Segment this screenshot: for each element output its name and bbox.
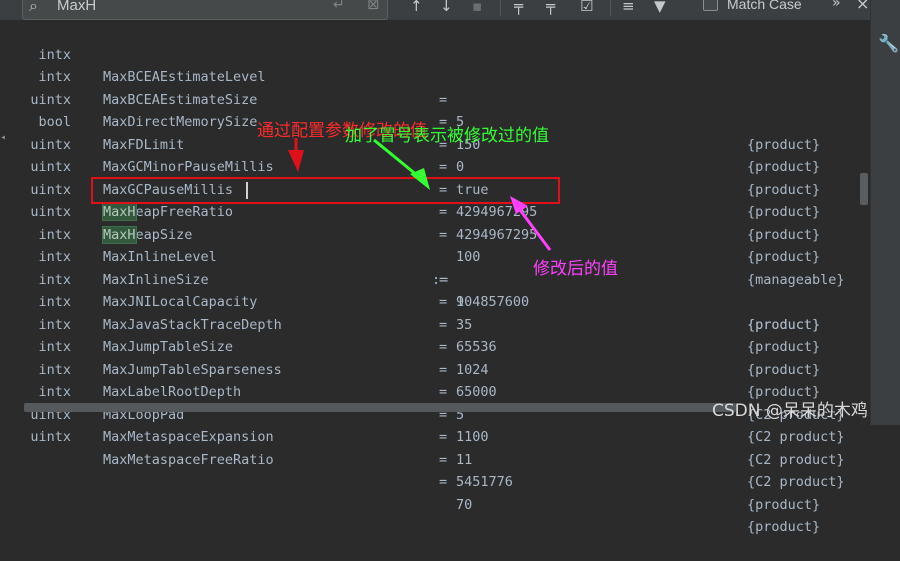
annotation-colon-note: 加了冒号表示被修改过的值 <box>345 126 549 146</box>
flag-type: uintx <box>30 429 71 445</box>
flag-origin: {C2 product} <box>747 451 845 468</box>
watermark: CSDN @呆呆的木鸡 <box>712 401 868 421</box>
table-row: intx MaxBCEAEstimateSize = 150 {product} <box>0 44 870 175</box>
wrench-icon[interactable]: 🔧 <box>878 34 899 54</box>
remove-selection-icon[interactable]: ╤ <box>546 0 555 17</box>
toolbar-separator <box>500 0 501 16</box>
table-row: intx MaxJavaStackTraceDepth = 1024 {prod… <box>0 269 870 400</box>
return-icon[interactable]: ↵ <box>333 0 345 13</box>
flag-value: 1100 <box>456 429 489 445</box>
table-row: intx MaxLoopPad = 11 {C2 product} <box>0 359 870 490</box>
arrow-up-icon[interactable]: ↑ <box>410 0 423 17</box>
flag-origin: {product} <box>747 496 821 513</box>
flag-name: MaxMetaspaceExpansion <box>103 429 274 445</box>
vertical-scrollbar-thumb[interactable] <box>860 173 868 205</box>
in-selection-icon[interactable]: ≡ <box>622 0 635 17</box>
table-row: intx MaxJNILocalCapacity = 65536 {produc… <box>0 246 870 378</box>
table-row: intx MaxLabelRootDepth = 1100 {C2 produc… <box>0 336 870 468</box>
table-row: bool MaxFDLimit = true {product} <box>0 89 870 220</box>
match-case-label[interactable]: Match Case <box>727 0 802 12</box>
more-icon[interactable]: » <box>832 0 841 11</box>
flag-origin: {C2 product} <box>747 429 845 445</box>
search-toolbar: ⌕ ↵ ⊠ ↑ ↓ ▪ ╤ ╤ ☑ ≡ ▼ Match Case » × <box>0 0 870 21</box>
flag-value: 11 <box>456 451 473 468</box>
table-row: uintx MaxHeapFreeRatio = 100 {manageable… <box>0 156 870 288</box>
jvm-flags-table: intx MaxBCEAEstimateLevel = 5 {product} … <box>0 21 870 536</box>
flag-assignment: = <box>439 429 448 445</box>
filter-icon[interactable]: ▼ <box>654 0 666 17</box>
table-row: intx MaxInlineSize = 35 {product} <box>0 224 870 355</box>
search-icon[interactable]: ⌕ <box>29 0 38 16</box>
right-tool-panel <box>870 0 900 425</box>
flag-origin: {C2 product} <box>747 474 845 490</box>
close-icon[interactable]: × <box>856 0 869 13</box>
flag-name: MaxMetaspaceFreeRatio <box>103 451 274 468</box>
highlight-box <box>91 177 560 204</box>
table-row: intx MaxBCEAEstimateLevel = 5 {product} <box>0 21 870 153</box>
arrow-down-icon[interactable]: ↓ <box>440 0 453 17</box>
table-row: intx MaxInlineLevel = 9 {product} <box>0 201 870 333</box>
table-row: intx MaxJumpTableSparseness = 5 {C2 prod… <box>0 314 870 445</box>
table-row: uintx MaxDirectMemorySize = 0 {product} <box>0 66 870 198</box>
flag-value: 70 <box>456 496 473 513</box>
table-row: intx MaxJumpTableSize = 65000 {C2 produc… <box>0 291 870 423</box>
flag-value: 5451776 <box>456 474 513 490</box>
search-box[interactable]: ⌕ ↵ ⊠ <box>22 0 388 20</box>
add-selection-icon[interactable]: ╤ <box>514 0 523 17</box>
toolbar-separator <box>610 0 611 16</box>
flag-origin: {product} <box>747 519 821 535</box>
pin-icon[interactable]: ▪ <box>472 0 482 17</box>
select-all-occurrences-icon[interactable]: ☑ <box>580 0 593 17</box>
flag-assignment: = <box>439 474 448 490</box>
clear-icon[interactable]: ⊠ <box>367 0 380 13</box>
horizontal-scrollbar[interactable] <box>24 403 736 412</box>
annotation-modified-value-note: 修改后的值 <box>533 259 618 279</box>
match-case-checkbox[interactable] <box>703 0 718 11</box>
search-input[interactable] <box>55 0 319 17</box>
flag-assignment: = <box>439 451 448 468</box>
